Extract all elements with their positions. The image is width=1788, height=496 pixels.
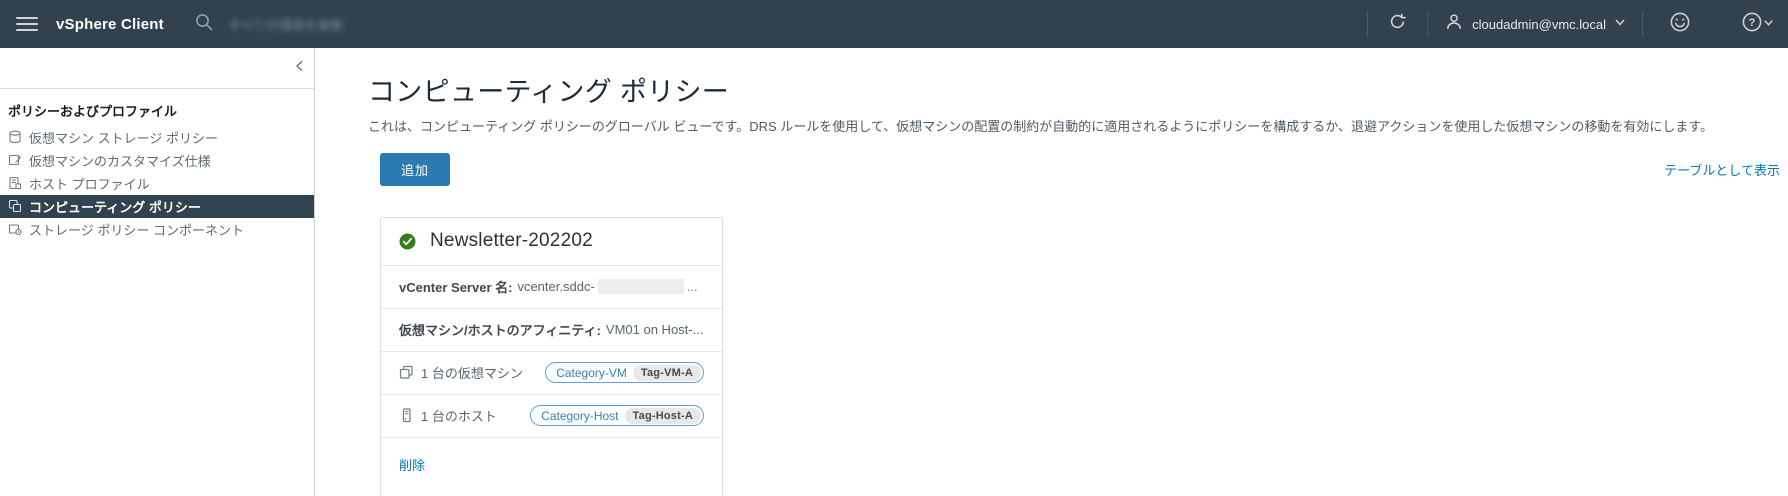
sidebar-item-label: 仮想マシン ストレージ ポリシー [29,131,218,146]
topbar: vSphere Client すべての環境を検索 cloudadmin@vmc.… [0,0,1788,48]
vcenter-server-value: vcenter.sddc- [517,279,595,295]
page-title: コンピューティング ポリシー [368,77,730,107]
sidebar-item-label: ストレージ ポリシー コンポーネント [29,223,244,238]
vm-count-row: 1 台の仮想マシン Category-VM Tag-VM-A [381,350,722,394]
affinity-row: 仮想マシン/ホストのアフィニティ: VM01 on Host-... [381,307,722,351]
host-count-row: 1 台のホスト Category-Host Tag-Host-A [381,393,722,437]
delete-policy-link[interactable]: 削除 [399,458,425,473]
vm-storage-policy-icon [8,130,23,145]
host-tag-pill[interactable]: Category-Host Tag-Host-A [530,405,704,427]
card-footer: 削除 [381,436,722,496]
sidebar-item-label: ホスト プロファイル [29,177,150,192]
sidebar-section-header: ポリシーおよびプロファイル [8,104,178,119]
chevron-down-icon [1614,15,1626,33]
feedback-button[interactable] [1643,0,1717,48]
hamburger-menu-icon[interactable] [16,13,38,35]
svg-text:?: ? [1749,17,1756,29]
sidebar-item-vm-storage-policies[interactable]: 仮想マシン ストレージ ポリシー [0,126,314,149]
vcenter-server-label: vCenter Server 名: [399,280,513,296]
sidebar-top-strip [0,48,314,89]
host-count-label: 1 台のホスト [421,409,497,425]
affinity-label: 仮想マシン/ホストのアフィニティ: [399,323,601,339]
add-button[interactable]: 追加 [380,152,451,186]
affinity-value: VM01 on Host-... [605,322,704,338]
sidebar-item-label: 仮想マシンのカスタマイズ仕様 [29,154,211,169]
host-profile-icon [8,176,23,191]
vm-tag-name: Tag-VM-A [632,364,701,381]
user-icon [1444,12,1464,37]
smiley-icon [1669,11,1691,38]
sidebar-item-label: コンピューティング ポリシー [29,200,201,215]
search-icon [194,12,214,37]
actions-row: 追加 テーブルとして表示 [368,152,1780,186]
vm-icon [399,365,414,380]
vm-customization-spec-icon [8,153,23,168]
vm-tag-pill[interactable]: Category-VM Tag-VM-A [545,362,704,384]
compute-policy-icon [8,199,23,214]
user-menu[interactable]: cloudadmin@vmc.local [1428,0,1642,48]
view-as-table-link[interactable]: テーブルとして表示 [1664,160,1780,179]
storage-policy-component-icon [8,222,23,237]
main-content: コンピューティング ポリシー これは、コンピューティング ポリシーのグローバル … [315,48,1788,496]
ellipsis: ... [686,279,698,295]
collapse-sidebar-icon[interactable] [292,58,308,74]
vcenter-server-row: vCenter Server 名: vcenter.sddc- ... [381,264,722,308]
chevron-down-icon [1763,15,1774,33]
page-description: これは、コンピューティング ポリシーのグローバル ビューです。DRS ルールを使… [368,119,1714,134]
compute-policy-card: Newsletter-202202 vCenter Server 名: vcen… [380,216,723,496]
host-tag-category: Category-Host [541,408,619,423]
host-icon [399,408,414,423]
help-menu[interactable]: ? [1717,0,1788,48]
sidebar-item-storage-policy-components[interactable]: ストレージ ポリシー コンポーネント [0,218,314,241]
sidebar: ポリシーおよびプロファイル 仮想マシン ストレージ ポリシー 仮想マシンのカスタ… [0,48,315,496]
sidebar-item-vm-customization-specs[interactable]: 仮想マシンのカスタマイズ仕様 [0,149,314,172]
card-header: Newsletter-202202 [381,218,722,265]
policy-name: Newsletter-202202 [430,230,593,252]
vm-count-label: 1 台の仮想マシン [421,366,523,382]
global-search-input[interactable]: すべての環境を検索 [194,12,344,37]
redacted-value [597,279,684,295]
refresh-icon [1388,12,1407,36]
help-icon: ? [1741,11,1763,38]
sidebar-item-host-profiles[interactable]: ホスト プロファイル [0,172,314,195]
green-check-circle-icon [399,233,416,250]
sidebar-item-compute-policies[interactable]: コンピューティング ポリシー [0,195,314,218]
host-tag-name: Tag-Host-A [624,407,701,424]
search-placeholder-redacted: すべての環境を検索 [227,17,344,33]
user-name: cloudadmin@vmc.local [1472,16,1606,32]
product-title: vSphere Client [56,15,164,33]
refresh-button[interactable] [1368,0,1427,48]
vm-tag-category: Category-VM [556,365,627,380]
